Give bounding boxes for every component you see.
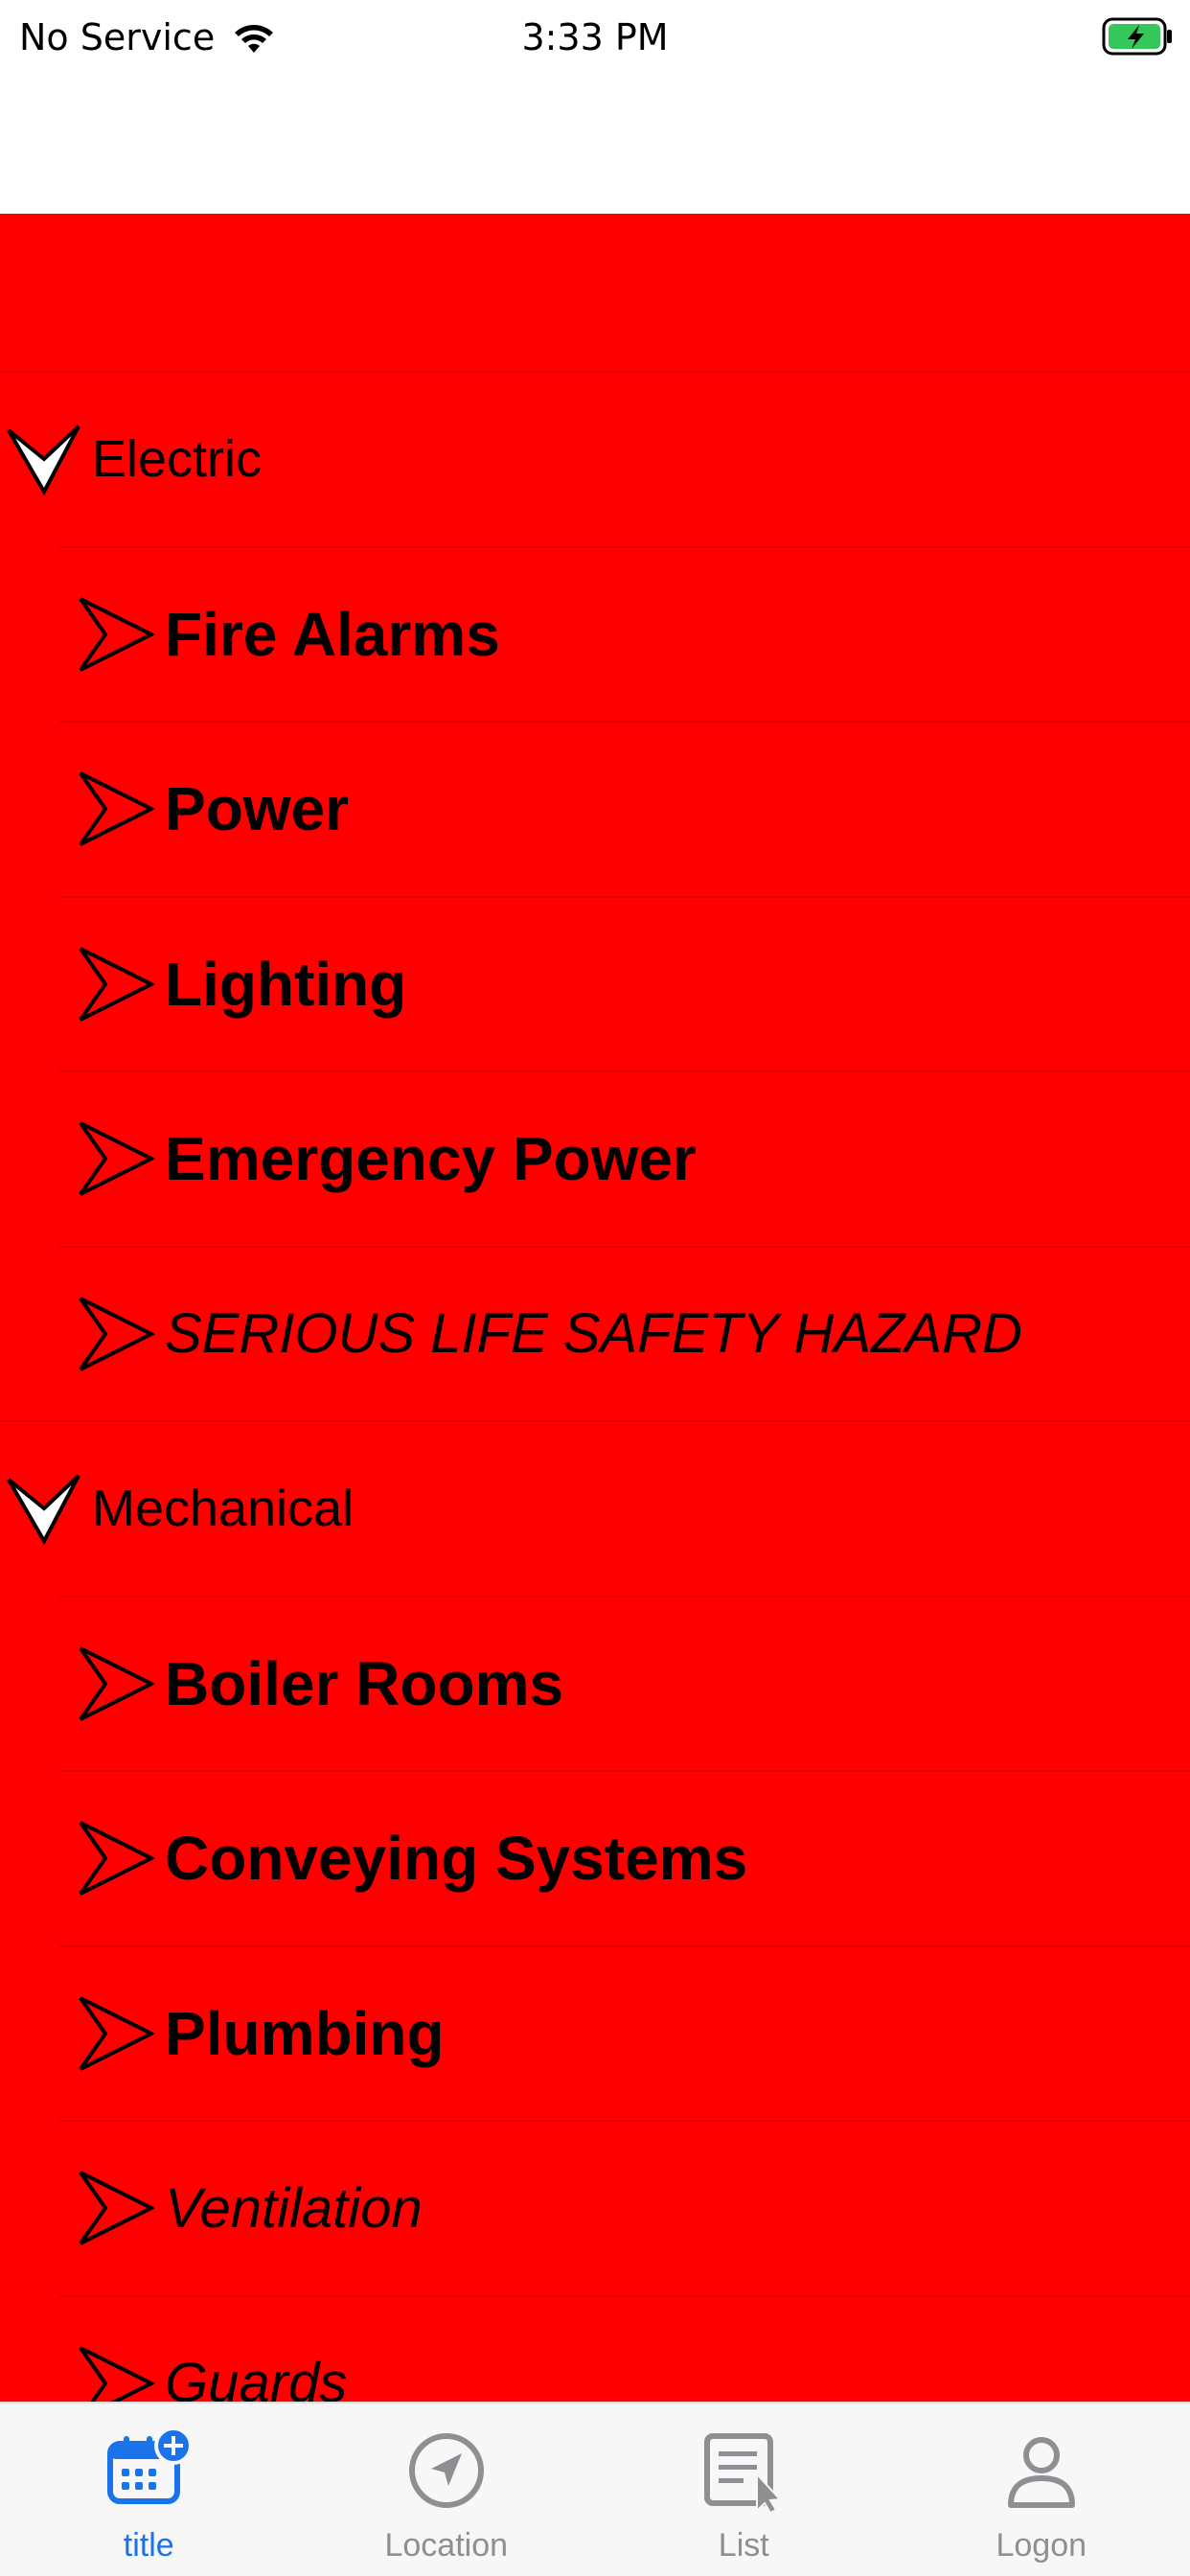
list-item-label: Fire Alarms	[165, 599, 500, 669]
tab-label: title	[123, 2527, 174, 2564]
list-item[interactable]: Emergency Power	[59, 1070, 1190, 1246]
list-item-label: Emergency Power	[165, 1124, 697, 1194]
chevron-right-icon	[79, 1995, 155, 2071]
tab-logon[interactable]: Logon	[893, 2404, 1190, 2576]
battery-charging-icon	[1102, 17, 1172, 56]
calendar-add-icon	[107, 2426, 194, 2504]
list-item-label: Guards	[165, 2352, 348, 2402]
app-screen: No Service 3:33 PM Electric Fire Alarms Po…	[0, 0, 1190, 2576]
list-item[interactable]: SERIOUS LIFE SAFETY HAZARD	[59, 1245, 1190, 1421]
chevron-right-icon	[79, 1296, 155, 1371]
category-list[interactable]: Electric Fire Alarms Power Lighting Emergenc…	[0, 214, 1190, 2402]
tab-location[interactable]: Location	[298, 2404, 596, 2576]
list-item-label: Conveying Systems	[165, 1824, 748, 1894]
list-item[interactable]: Boiler Rooms	[59, 1595, 1190, 1771]
list-item-label: Lighting	[165, 949, 407, 1019]
navigation-bar	[0, 77, 1190, 214]
chevron-right-icon	[79, 771, 155, 847]
chevron-down-icon	[7, 425, 80, 496]
person-icon	[1007, 2437, 1075, 2508]
status-bar: No Service 3:33 PM	[0, 0, 1190, 77]
tab-list[interactable]: List	[595, 2404, 893, 2576]
chevron-right-icon	[79, 946, 155, 1022]
list-item-label: Plumbing	[165, 1998, 445, 2068]
list-rows: Electric Fire Alarms Power Lighting Emergenc…	[0, 371, 1190, 2402]
chevron-right-icon	[79, 1821, 155, 1897]
tab-label: Location	[384, 2527, 509, 2564]
list-item-label: Boiler Rooms	[165, 1648, 564, 1718]
section-header-label: Mechanical	[92, 1480, 355, 1538]
tab-title[interactable]: title	[0, 2404, 298, 2576]
chevron-right-icon	[79, 1121, 155, 1197]
tab-label: Logon	[995, 2527, 1087, 2564]
tab-bar: title Location List Logon	[0, 2402, 1190, 2576]
list-item-label: Power	[165, 774, 350, 844]
list-item[interactable]: Plumbing	[59, 1944, 1190, 2121]
list-pointer-icon	[704, 2433, 783, 2515]
list-header-space	[0, 214, 1190, 371]
list-item[interactable]: Fire Alarms	[59, 545, 1190, 722]
chevron-right-icon	[79, 596, 155, 672]
list-item[interactable]: Ventilation	[59, 2120, 1190, 2295]
section-header-mechanical[interactable]: Mechanical	[0, 1420, 1190, 1596]
list-item-label: Ventilation	[165, 2176, 423, 2240]
chevron-down-icon	[7, 1474, 80, 1546]
tab-label: List	[718, 2527, 769, 2564]
list-item[interactable]: Guards	[59, 2294, 1190, 2402]
chevron-right-icon	[79, 2345, 155, 2402]
list-item[interactable]: Conveying Systems	[59, 1770, 1190, 1945]
location-arrow-icon	[408, 2433, 484, 2508]
chevron-right-icon	[79, 1645, 155, 1721]
list-item[interactable]: Power	[59, 721, 1190, 896]
list-item-label: SERIOUS LIFE SAFETY HAZARD	[165, 1302, 1022, 1366]
chevron-right-icon	[79, 2171, 155, 2246]
section-header-electric[interactable]: Electric	[0, 371, 1190, 546]
list-item[interactable]: Lighting	[59, 895, 1190, 1071]
status-time: 3:33 PM	[521, 16, 669, 58]
section-header-label: Electric	[92, 430, 263, 489]
